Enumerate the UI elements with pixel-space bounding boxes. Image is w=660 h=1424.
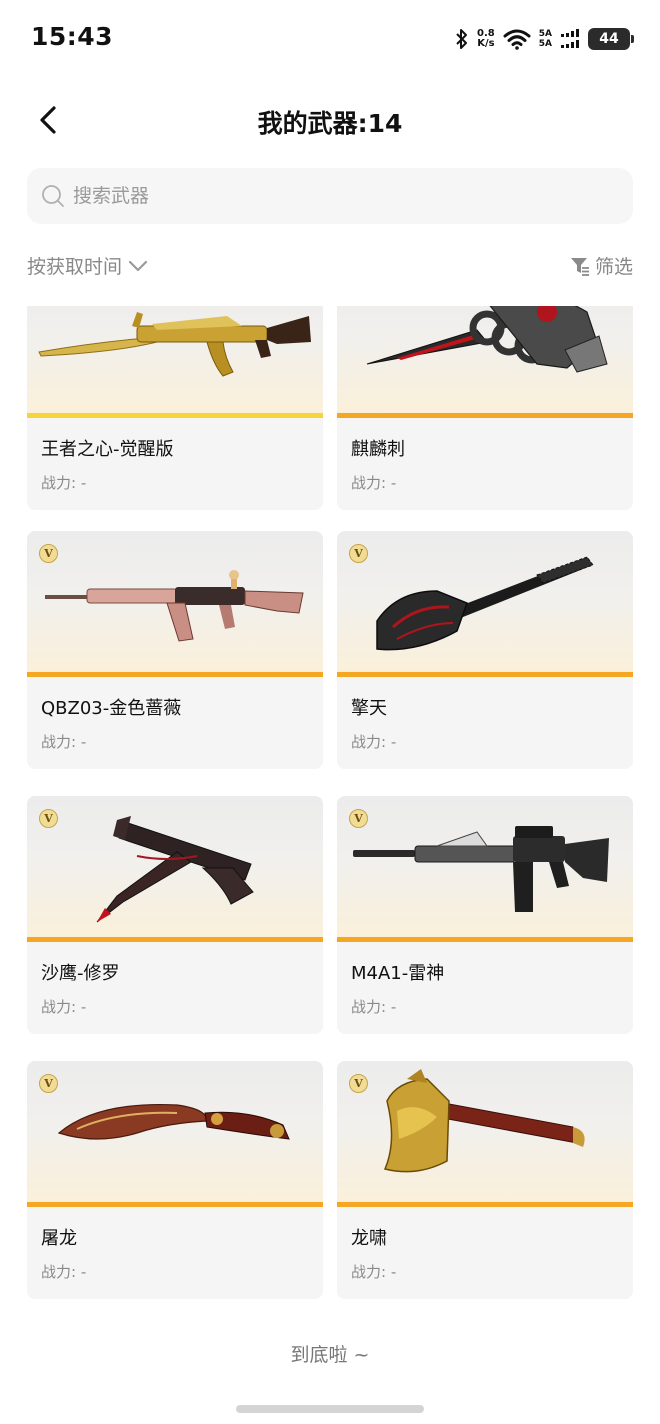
weapon-card[interactable]: 麒麟刺 战力: - — [337, 306, 633, 510]
home-indicator[interactable] — [236, 1405, 424, 1413]
weapon-image: V — [27, 531, 323, 677]
weapon-image — [337, 306, 633, 418]
weapon-image: V — [27, 1061, 323, 1207]
wifi-icon — [503, 29, 531, 50]
weapon-image: V — [337, 796, 633, 942]
network-speed: 0.8 K/s — [477, 28, 495, 49]
weapon-card[interactable]: V 沙鹰-修罗 战力: - — [27, 796, 323, 1034]
weapon-power: 战力: - — [41, 998, 87, 1016]
search-input[interactable] — [73, 185, 573, 207]
toolbar: 按获取时间 筛选 — [27, 250, 633, 284]
weapon-grid-viewport[interactable]: 王者之心-觉醒版 战力: - 麒麟刺 战力: - V QBZ03-金色蔷薇 战力… — [0, 306, 660, 1396]
weapon-power: 战力: - — [41, 474, 87, 492]
search-icon — [42, 185, 64, 207]
weapon-card[interactable]: V 龙啸 战力: - — [337, 1061, 633, 1299]
weapon-card[interactable]: V 擎天 战力: - — [337, 531, 633, 769]
sim-labels: 5A 5A — [538, 29, 552, 49]
filter-icon — [570, 257, 589, 276]
rarity-stripe — [337, 937, 633, 942]
weapon-power: 战力: - — [351, 474, 397, 492]
knuckle-blade-image — [366, 306, 608, 373]
weapon-name: 擎天 — [351, 698, 387, 719]
nav-bar: 我的武器:14 — [0, 88, 660, 152]
status-time: 15:43 — [31, 22, 114, 51]
weapon-name: 王者之心-觉醒版 — [41, 439, 174, 460]
rarity-stripe — [27, 1202, 323, 1207]
shovel-image — [376, 556, 594, 651]
rarity-stripe — [337, 1202, 633, 1207]
weapon-name: 屠龙 — [41, 1228, 77, 1249]
battery-indicator: 44 — [588, 28, 634, 50]
status-icons: 0.8 K/s 5A 5A 44 — [455, 26, 634, 52]
weapon-image: V — [27, 796, 323, 942]
search-box[interactable] — [27, 168, 633, 224]
weapon-power: 战力: - — [351, 1263, 397, 1281]
weapon-power: 战力: - — [41, 733, 87, 751]
rarity-stripe — [27, 672, 323, 677]
kukri-knife-image — [57, 1103, 290, 1140]
sort-dropdown[interactable]: 按获取时间 — [27, 252, 148, 279]
status-bar: 15:43 0.8 K/s 5A 5A 44 — [0, 0, 660, 78]
dragon-axe-image — [383, 1069, 585, 1173]
weapon-card[interactable]: V M4A1-雷神 战力: - — [337, 796, 633, 1034]
rarity-stripe — [337, 672, 633, 677]
signal-icon — [561, 29, 579, 48]
filter-label: 筛选 — [594, 256, 633, 278]
page-title: 我的武器:14 — [257, 109, 403, 138]
weapon-image: V — [337, 1061, 633, 1207]
weapon-power: 战力: - — [41, 1263, 87, 1281]
weapon-card[interactable]: V 屠龙 战力: - — [27, 1061, 323, 1299]
rarity-stripe — [337, 413, 633, 418]
weapon-name: 沙鹰-修罗 — [41, 963, 120, 984]
weapon-image: V — [337, 531, 633, 677]
rifle-rose-image — [45, 570, 304, 642]
weapon-name: 麒麟刺 — [351, 439, 405, 460]
filter-button[interactable]: 筛选 — [569, 252, 633, 279]
weapon-name: M4A1-雷神 — [351, 963, 445, 984]
rarity-stripe — [27, 937, 323, 942]
weapon-name: 龙啸 — [351, 1228, 387, 1249]
weapon-image — [27, 306, 323, 418]
weapon-card[interactable]: V QBZ03-金色蔷薇 战力: - — [27, 531, 323, 769]
pistol-image — [96, 816, 254, 923]
rarity-stripe — [27, 413, 323, 418]
chevron-down-icon — [128, 260, 148, 271]
weapon-power: 战力: - — [351, 998, 397, 1016]
rifle-m4a1-image — [353, 826, 609, 912]
end-of-list-text: 到底啦 ~ — [290, 1344, 370, 1366]
bluetooth-icon — [456, 29, 468, 49]
weapon-card[interactable]: 王者之心-觉醒版 战力: - — [27, 306, 323, 510]
weapon-name: QBZ03-金色蔷薇 — [41, 698, 182, 719]
sort-label: 按获取时间 — [27, 256, 123, 278]
rifle-gold-image — [38, 312, 311, 377]
weapon-power: 战力: - — [351, 733, 397, 751]
